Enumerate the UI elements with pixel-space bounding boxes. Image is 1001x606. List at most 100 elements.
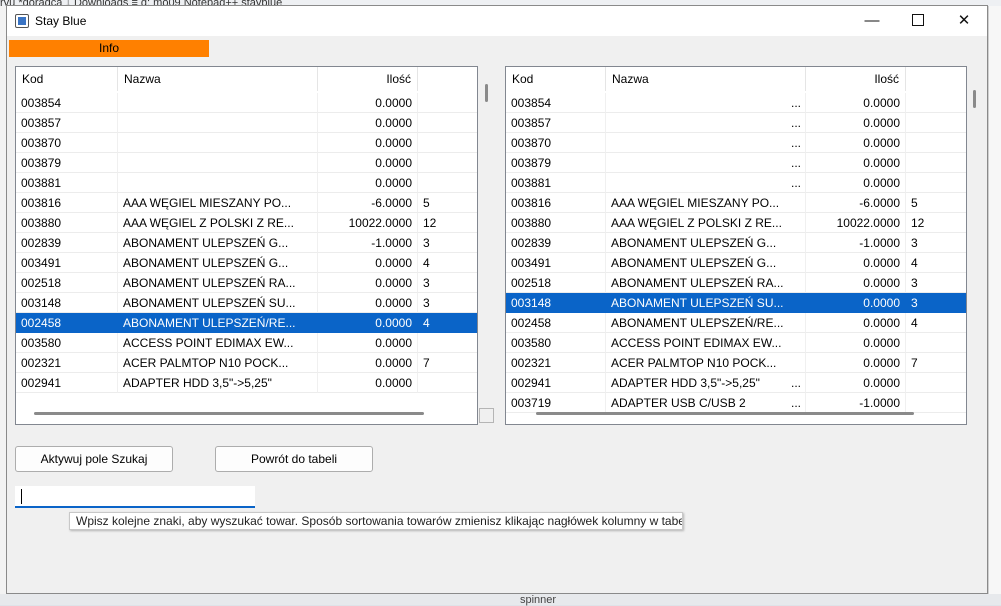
truncation-dots: ... bbox=[790, 396, 801, 410]
cell-nazwa: ADAPTER USB C/USB 2... bbox=[606, 393, 806, 413]
app-icon bbox=[15, 14, 29, 28]
column-header-extra[interactable] bbox=[906, 67, 966, 91]
activate-search-button[interactable]: Aktywuj pole Szukaj bbox=[15, 446, 173, 472]
cell-extra bbox=[906, 133, 966, 153]
cell-ilosc: 0.0000 bbox=[806, 313, 906, 333]
maximize-button[interactable] bbox=[895, 6, 941, 36]
table-row[interactable]: 003857... 0.0000 bbox=[506, 113, 966, 133]
cell-extra: 12 bbox=[418, 213, 477, 233]
cell-nazwa: AAA WĘGIEL Z POLSKI Z RE... bbox=[606, 213, 806, 233]
table-row[interactable]: 002839 ABONAMENT ULEPSZEŃ G... -1.0000 3 bbox=[16, 233, 477, 253]
cell-nazwa: AAA WĘGIEL MIESZANY PO... bbox=[606, 193, 806, 213]
cell-extra bbox=[418, 93, 477, 113]
close-button[interactable]: ✕ bbox=[941, 6, 987, 36]
table-row[interactable]: 003880 AAA WĘGIEL Z POLSKI Z RE... 10022.0… bbox=[16, 213, 477, 233]
table-row[interactable]: 003816 AAA WĘGIEL MIESZANY PO... -6.0000 5 bbox=[16, 193, 477, 213]
table-row[interactable]: 003719 ADAPTER USB C/USB 2... -1.0000 bbox=[506, 393, 966, 413]
background-bottom-text: spinner bbox=[520, 594, 557, 606]
column-header-nazwa[interactable]: Nazwa bbox=[118, 67, 318, 91]
cell-nazwa: ABONAMENT ULEPSZEŃ RA... bbox=[606, 273, 806, 293]
horizontal-scrollbar[interactable] bbox=[34, 412, 424, 415]
cell-ilosc: 0.0000 bbox=[806, 113, 906, 133]
maximize-icon bbox=[912, 14, 924, 27]
table-row[interactable]: 003870... 0.0000 bbox=[506, 133, 966, 153]
truncation-dots: ... bbox=[790, 136, 801, 150]
table-row[interactable]: 002321 ACER PALMTOP N10 POCK... 0.0000 7 bbox=[16, 353, 477, 373]
cell-ilosc: 0.0000 bbox=[318, 273, 418, 293]
table-row[interactable]: 003854 0.0000 bbox=[16, 93, 477, 113]
info-bar: Info bbox=[9, 40, 209, 57]
cell-kod: 002321 bbox=[16, 353, 118, 373]
cell-nazwa: ABONAMENT ULEPSZEŃ G... bbox=[606, 253, 806, 273]
cell-kod: 003491 bbox=[506, 253, 606, 273]
cell-nazwa: ABONAMENT ULEPSZEŃ G... bbox=[118, 233, 318, 253]
cell-extra bbox=[418, 133, 477, 153]
table-row[interactable]: 003881... 0.0000 bbox=[506, 173, 966, 193]
table-row[interactable]: 003857 0.0000 bbox=[16, 113, 477, 133]
table-row[interactable]: 003491 ABONAMENT ULEPSZEŃ G... 0.0000 4 bbox=[16, 253, 477, 273]
title-bar[interactable]: Stay Blue — ✕ bbox=[7, 6, 987, 36]
column-header-ilosc[interactable]: Ilość bbox=[318, 67, 418, 91]
cell-extra: 5 bbox=[418, 193, 477, 213]
left-products-table[interactable]: Kod Nazwa Ilość 003854 0.0000 003857 0.0000… bbox=[15, 66, 478, 425]
table-row[interactable]: 003879... 0.0000 bbox=[506, 153, 966, 173]
cell-nazwa: ... bbox=[606, 133, 806, 153]
table-row[interactable]: 003148 ABONAMENT ULEPSZEŃ SU... 0.0000 3 bbox=[16, 293, 477, 313]
cell-nazwa bbox=[118, 113, 318, 133]
right-products-table[interactable]: Kod Nazwa Ilość 003854... 0.0000 003857...… bbox=[505, 66, 967, 425]
cell-kod: 003879 bbox=[16, 153, 118, 173]
cell-ilosc: 0.0000 bbox=[806, 333, 906, 353]
table-row[interactable]: 003491 ABONAMENT ULEPSZEŃ G... 0.0000 4 bbox=[506, 253, 966, 273]
table-row[interactable]: 002941 ADAPTER HDD 3,5"->5,25" 0.0000 bbox=[16, 373, 477, 393]
table-row[interactable]: 002518 ABONAMENT ULEPSZEŃ RA... 0.0000 3 bbox=[16, 273, 477, 293]
table-row[interactable]: 002941 ADAPTER HDD 3,5"->5,25"... 0.0000 bbox=[506, 373, 966, 393]
table-row[interactable]: 003854... 0.0000 bbox=[506, 93, 966, 113]
cell-kod: 003881 bbox=[506, 173, 606, 193]
cell-kod: 003580 bbox=[16, 333, 118, 353]
left-vertical-scrollbar[interactable] bbox=[485, 84, 488, 102]
cell-ilosc: 0.0000 bbox=[375, 316, 412, 330]
main-window: Stay Blue — ✕ Info Kod Nazwa Ilość 00385… bbox=[6, 5, 988, 594]
cell-kod: 002839 bbox=[506, 233, 606, 253]
cell-extra bbox=[906, 393, 966, 413]
table-row[interactable]: 003870 0.0000 bbox=[16, 133, 477, 153]
table-header: Kod Nazwa Ilość bbox=[506, 67, 966, 91]
table-row[interactable]: 002839 ABONAMENT ULEPSZEŃ G... -1.0000 3 bbox=[506, 233, 966, 253]
minimize-button[interactable]: — bbox=[849, 6, 895, 36]
search-input[interactable] bbox=[15, 486, 255, 508]
right-vertical-scrollbar[interactable] bbox=[973, 90, 976, 108]
table-row[interactable]: 003148 ABONAMENT ULEPSZEŃ SU... 0.0000 3 bbox=[506, 293, 966, 313]
table-row[interactable]: 003816 AAA WĘGIEL MIESZANY PO... -6.0000 5 bbox=[506, 193, 966, 213]
text-caret bbox=[21, 489, 22, 504]
cell-extra: 3 bbox=[418, 273, 477, 293]
cell-ilosc: 0.0000 bbox=[318, 93, 418, 113]
table-row[interactable]: 002458 ABONAMENT ULEPSZEŃ/RE... 0.0000 4 bbox=[506, 313, 966, 333]
cell-ilosc: 0.0000 bbox=[318, 113, 418, 133]
cell-nazwa: ACER PALMTOP N10 POCK... bbox=[118, 353, 318, 373]
column-header-extra[interactable] bbox=[418, 67, 477, 91]
back-to-table-button[interactable]: Powrót do tabeli bbox=[215, 446, 373, 472]
table-row[interactable]: 003580 ACCESS POINT EDIMAX EW... 0.0000 bbox=[16, 333, 477, 353]
cell-ilosc: 0.0000 bbox=[318, 353, 418, 373]
cell-extra: 4 bbox=[418, 253, 477, 273]
cell-extra bbox=[906, 93, 966, 113]
table-row[interactable]: 003881 0.0000 bbox=[16, 173, 477, 193]
table-row[interactable]: 003580 ACCESS POINT EDIMAX EW... 0.0000 bbox=[506, 333, 966, 353]
column-header-kod[interactable]: Kod bbox=[506, 67, 606, 91]
cell-nazwa: AAA WĘGIEL MIESZANY PO... bbox=[118, 193, 318, 213]
horizontal-scrollbar[interactable] bbox=[536, 412, 914, 415]
table-row[interactable]: 003879 0.0000 bbox=[16, 153, 477, 173]
cell-kod: 002839 bbox=[16, 233, 118, 253]
table-row[interactable]: 002321 ACER PALMTOP N10 POCK... 0.0000 7 bbox=[506, 353, 966, 373]
cell-nazwa: ABONAMENT ULEPSZEŃ SU... bbox=[611, 296, 784, 310]
column-header-ilosc[interactable]: Ilość bbox=[806, 67, 906, 91]
column-header-kod[interactable]: Kod bbox=[16, 67, 118, 91]
table-row[interactable]: 002458 ABONAMENT ULEPSZEŃ/RE... 0.0000 4 bbox=[16, 313, 477, 333]
search-tooltip: Wpisz kolejne znaki, aby wyszukać towar.… bbox=[69, 512, 683, 530]
column-header-nazwa[interactable]: Nazwa bbox=[606, 67, 806, 91]
table-row[interactable]: 002518 ABONAMENT ULEPSZEŃ RA... 0.0000 3 bbox=[506, 273, 966, 293]
cell-nazwa: ... bbox=[606, 173, 806, 193]
cell-extra bbox=[906, 173, 966, 193]
cell-extra: 4 bbox=[906, 313, 966, 333]
table-row[interactable]: 003880 AAA WĘGIEL Z POLSKI Z RE... 10022.0… bbox=[506, 213, 966, 233]
